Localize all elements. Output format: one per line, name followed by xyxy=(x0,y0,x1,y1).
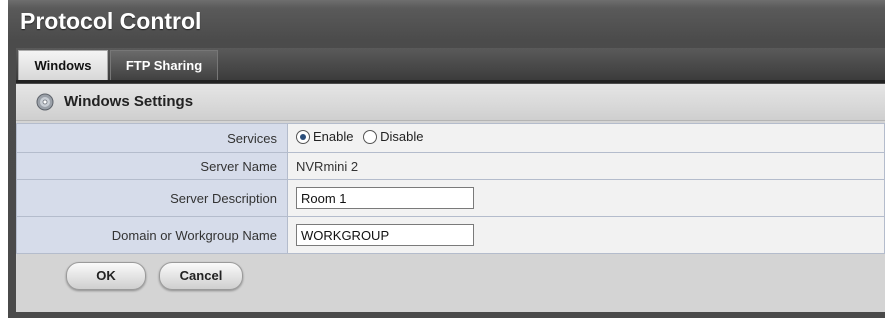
section-title: Windows Settings xyxy=(64,93,194,110)
server-name-label: Server Name xyxy=(16,152,288,180)
server-description-row: Server Description xyxy=(16,179,885,217)
tab-bar: Windows FTP Sharing xyxy=(16,48,885,82)
workgroup-input[interactable] xyxy=(296,224,474,246)
settings-panel: Windows Settings Services Enable Disable xyxy=(16,84,885,312)
disable-radio-label: Disable xyxy=(380,129,424,145)
server-name-value: NVRmini 2 xyxy=(287,152,885,180)
services-value: Enable Disable xyxy=(287,123,885,153)
workgroup-label: Domain or Workgroup Name xyxy=(16,216,288,254)
enable-radio-label: Enable xyxy=(313,129,354,145)
enable-radio[interactable] xyxy=(296,129,310,144)
cancel-button[interactable]: Cancel xyxy=(159,262,243,290)
ok-button[interactable]: OK xyxy=(66,262,146,290)
tab-underline xyxy=(16,80,885,83)
section-header: Windows Settings xyxy=(16,84,885,121)
page-title: Protocol Control xyxy=(20,8,202,34)
window-frame: Protocol Control Windows FTP Sharing Win… xyxy=(8,0,885,318)
disable-radio-option[interactable]: Disable xyxy=(363,129,423,144)
server-name-row: Server Name NVRmini 2 xyxy=(16,152,885,180)
disc-icon xyxy=(36,93,54,111)
server-description-input[interactable] xyxy=(296,187,474,209)
tab-windows[interactable]: Windows xyxy=(18,50,108,81)
server-description-cell xyxy=(287,179,885,217)
services-label: Services xyxy=(16,123,288,153)
settings-table: Services Enable Disable Server Name NVRm… xyxy=(16,123,885,254)
services-row: Services Enable Disable xyxy=(16,123,885,153)
enable-radio-option[interactable]: Enable xyxy=(296,129,353,144)
server-description-label: Server Description xyxy=(16,179,288,217)
disable-radio[interactable] xyxy=(363,129,378,144)
tab-ftp-sharing[interactable]: FTP Sharing xyxy=(110,50,218,82)
workgroup-cell xyxy=(287,216,885,254)
workgroup-row: Domain or Workgroup Name xyxy=(16,216,885,254)
